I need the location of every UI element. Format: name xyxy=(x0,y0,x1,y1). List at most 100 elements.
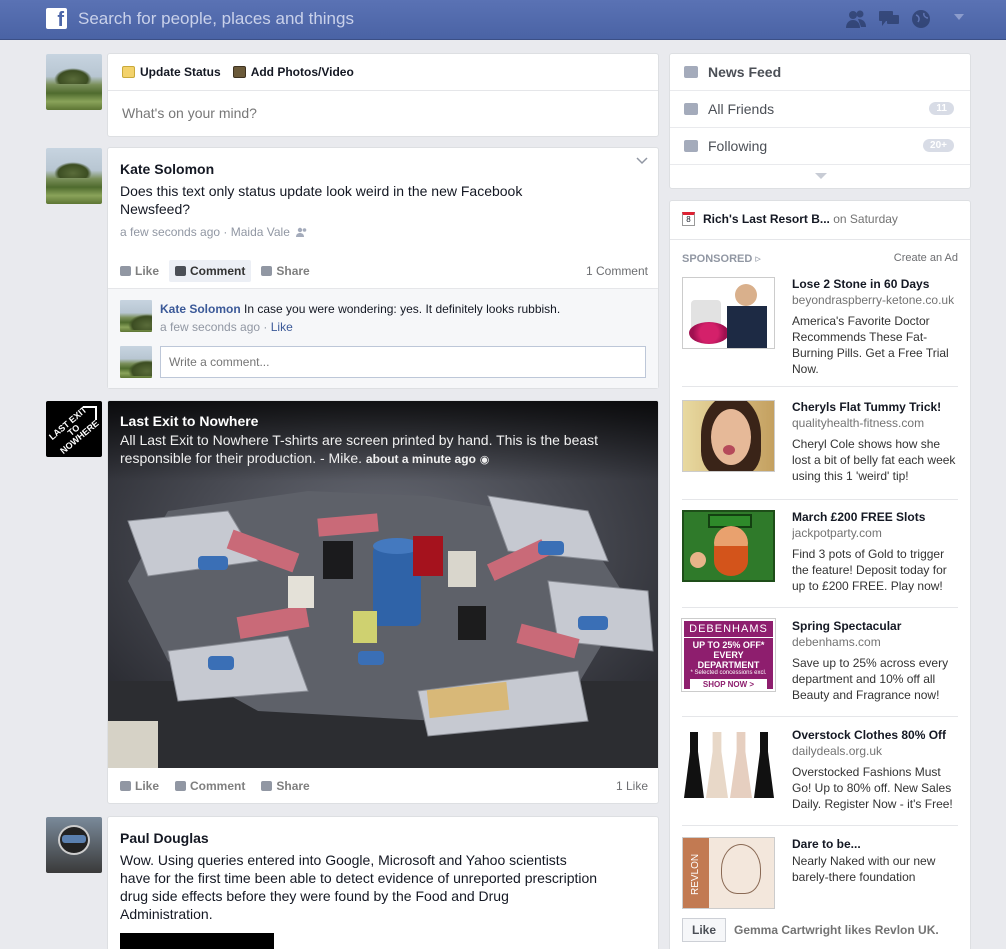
note-icon xyxy=(122,66,135,78)
arrow-icon xyxy=(83,406,97,420)
news-feed-link[interactable]: News Feed xyxy=(670,54,970,91)
comment-author[interactable]: Kate Solomon xyxy=(160,302,241,316)
top-bar: f xyxy=(0,0,1006,40)
news-feed-icon xyxy=(684,66,698,78)
comment-count[interactable]: 1 Comment xyxy=(586,264,648,278)
post-photo[interactable]: Last Exit to Nowhere All Last Exit to No… xyxy=(108,401,658,768)
ad-description: Find 3 pots of Gold to trigger the featu… xyxy=(792,547,947,593)
following-count: 20+ xyxy=(923,139,954,152)
post-last-exit: Last Exit to Nowhere All Last Exit to No… xyxy=(107,400,659,804)
ad-title[interactable]: Overstock Clothes 80% Off xyxy=(792,728,962,742)
ad-image[interactable] xyxy=(682,510,775,582)
ad-description: America's Favorite Doctor Recommends The… xyxy=(792,314,949,376)
ad-image[interactable] xyxy=(682,400,775,472)
ad-domain: beyondraspberry-ketone.co.uk xyxy=(792,293,955,307)
photo-icon xyxy=(232,66,246,78)
photo-caption: Last Exit to Nowhere All Last Exit to No… xyxy=(108,401,658,481)
ad-description: Cheryl Cole shows how she lost a bit of … xyxy=(792,437,956,483)
ad-title[interactable]: Cheryls Flat Tummy Trick! xyxy=(792,400,962,414)
all-friends-link[interactable]: All Friends 11 xyxy=(670,91,970,128)
create-ad-link[interactable]: Create an Ad xyxy=(894,252,958,264)
feed-nav: News Feed All Friends 11 Following 20+ xyxy=(669,53,971,189)
comment-button[interactable]: Comment xyxy=(169,775,251,797)
post-kate-solomon: Kate Solomon Does this text only status … xyxy=(107,147,659,389)
ad-item[interactable]: March £200 FREE Slots jackpotparty.com F… xyxy=(682,510,958,608)
globe-icon: ◉ xyxy=(479,454,490,466)
comment-button[interactable]: Comment xyxy=(169,260,252,282)
ad-image[interactable]: REVLON xyxy=(682,837,775,909)
ad-item[interactable]: Lose 2 Stone in 60 Days beyondraspberry-… xyxy=(682,277,958,387)
share-icon xyxy=(261,781,273,791)
comment-text: In case you were wondering: yes. It defi… xyxy=(244,302,561,316)
like-button[interactable]: Like xyxy=(114,260,165,282)
globe-icon[interactable] xyxy=(910,9,932,29)
ad-domain: qualityhealth-fitness.com xyxy=(792,416,925,430)
post-text: Wow. Using queries entered into Google, … xyxy=(120,852,598,922)
messages-icon[interactable] xyxy=(878,9,900,29)
ad-image[interactable]: DEBENHAMS UP TO 25% OFF* EVERY DEPARTMEN… xyxy=(681,618,776,692)
share-button[interactable]: Share xyxy=(255,260,315,282)
comment-icon xyxy=(175,266,187,276)
share-icon xyxy=(261,266,273,276)
post-author[interactable]: Last Exit to Nowhere xyxy=(120,413,647,429)
ad-item[interactable]: Cheryls Flat Tummy Trick! qualityhealth-… xyxy=(682,400,958,500)
sponsored-header: SPONSORED ▹ Create an Ad xyxy=(682,252,958,265)
friends-icon[interactable] xyxy=(845,9,867,29)
status-input[interactable]: What's on your mind? xyxy=(108,91,658,135)
post-time[interactable]: about a minute ago xyxy=(366,452,476,466)
link-preview-image[interactable] xyxy=(120,933,274,949)
megaphone-icon: ▹ xyxy=(755,253,761,265)
last-exit-avatar[interactable]: LAST EXIT TO NOWHERE xyxy=(46,401,102,457)
post-paul-douglas: Paul Douglas Wow. Using queries entered … xyxy=(107,816,659,949)
comment: Kate Solomon In case you were wondering:… xyxy=(160,301,640,335)
post-author[interactable]: Kate Solomon xyxy=(120,161,214,177)
ad-item[interactable]: DEBENHAMS UP TO 25% OFF* EVERY DEPARTMEN… xyxy=(681,618,958,717)
upcoming-event[interactable]: 8 Rich's Last Resort B... on Saturday xyxy=(682,212,898,226)
post-actions: Like Comment Share 1 Like xyxy=(114,775,648,797)
right-column: 8 Rich's Last Resort B... on Saturday SP… xyxy=(669,200,971,949)
comment-time: a few seconds ago · xyxy=(160,320,271,334)
kate-solomon-avatar[interactable] xyxy=(46,148,102,204)
facebook-logo[interactable]: f xyxy=(46,8,67,29)
following-link[interactable]: Following 20+ xyxy=(670,128,970,165)
write-comment-input[interactable] xyxy=(160,346,646,378)
calendar-icon: 8 xyxy=(682,212,695,226)
comment-icon xyxy=(175,781,187,791)
chevron-down-icon[interactable] xyxy=(636,157,648,165)
chevron-down-icon[interactable] xyxy=(815,173,827,179)
post-text: Does this text only status update look w… xyxy=(120,183,523,217)
event-title[interactable]: Rich's Last Resort B... xyxy=(703,212,830,226)
user-avatar[interactable] xyxy=(46,54,102,110)
thumbs-up-icon xyxy=(120,266,131,276)
status-composer: Update Status Add Photos/Video What's on… xyxy=(107,53,659,137)
friends-icon xyxy=(684,103,698,115)
event-when: on Saturday xyxy=(829,212,898,226)
ad-title[interactable]: Lose 2 Stone in 60 Days xyxy=(792,277,962,291)
rss-icon xyxy=(684,140,698,152)
add-photos-tab[interactable]: Add Photos/Video xyxy=(232,65,354,79)
paul-douglas-avatar[interactable] xyxy=(46,817,102,873)
post-meta[interactable]: a few seconds ago · Maida Vale xyxy=(120,225,290,239)
ad-domain: debenhams.com xyxy=(792,635,881,649)
like-count[interactable]: 1 Like xyxy=(616,779,648,793)
like-button[interactable]: Like xyxy=(114,775,165,797)
ad-image[interactable] xyxy=(682,728,775,800)
ad-item[interactable]: Overstock Clothes 80% Off dailydeals.org… xyxy=(682,728,958,826)
update-status-tab[interactable]: Update Status xyxy=(122,65,221,79)
ad-description: Save up to 25% across every department a… xyxy=(792,656,949,702)
post-actions: Like Comment Share 1 Comment xyxy=(114,260,648,282)
ad-title[interactable]: March £200 FREE Slots xyxy=(792,510,962,524)
like-page-button[interactable]: Like xyxy=(682,918,727,942)
all-friends-count: 11 xyxy=(929,102,954,115)
post-author[interactable]: Paul Douglas xyxy=(120,830,209,846)
ad-image[interactable] xyxy=(682,277,775,349)
share-button[interactable]: Share xyxy=(255,775,315,797)
ad-domain: dailydeals.org.uk xyxy=(792,744,883,758)
comment-like-link[interactable]: Like xyxy=(271,320,293,334)
chevron-down-icon[interactable] xyxy=(954,14,964,20)
comment-avatar[interactable] xyxy=(120,300,152,332)
ad-title[interactable]: Dare to be... xyxy=(792,837,962,851)
search-input[interactable] xyxy=(72,6,512,32)
ad-item[interactable]: REVLON Dare to be... Nearly Naked with o… xyxy=(682,837,958,947)
ad-title[interactable]: Spring Spectacular xyxy=(792,619,962,633)
